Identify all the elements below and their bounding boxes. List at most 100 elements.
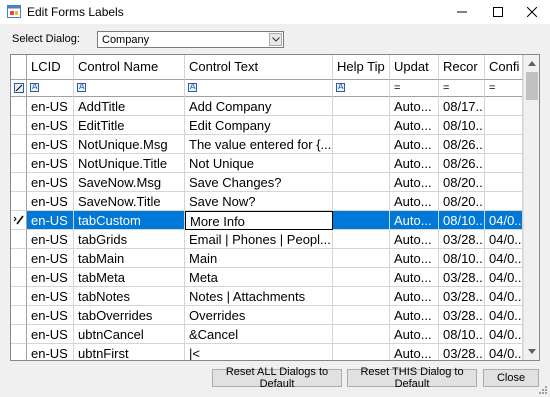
table-cell[interactable] [333, 154, 390, 173]
table-cell[interactable]: The value entered for {... [185, 135, 333, 154]
table-row[interactable]: en-US EditTitle Edit Company Auto... 08/10..… [11, 116, 523, 135]
reset-all-dialogs-button[interactable]: Reset ALL Dialogs to Default [212, 366, 342, 390]
table-row[interactable]: en-US tabNotes Notes | Attachments Auto... 0… [11, 287, 523, 306]
close-window-button[interactable] [514, 0, 550, 24]
reset-this-dialog-button[interactable]: Reset THIS Dialog to Default [347, 366, 477, 390]
table-cell[interactable]: 08/10... [439, 325, 485, 344]
scroll-up-button[interactable] [524, 55, 539, 72]
table-row[interactable]: en-US tabGrids Email | Phones | Peopl... Au… [11, 230, 523, 249]
table-cell[interactable]: 03/28... [439, 344, 485, 360]
table-cell[interactable]: en-US [27, 116, 74, 135]
table-row[interactable]: en-US SaveNow.Msg Save Changes? Auto... 08/2… [11, 173, 523, 192]
dialog-select-combobox[interactable]: Company [97, 31, 284, 48]
table-cell[interactable] [333, 344, 390, 360]
table-cell[interactable] [333, 325, 390, 344]
table-row[interactable]: en-US tabCustom More Info Auto... 08/10... 04… [11, 211, 523, 230]
table-cell[interactable] [485, 116, 523, 135]
table-cell[interactable]: NotUnique.Msg [74, 135, 185, 154]
table-cell[interactable] [485, 135, 523, 154]
table-cell[interactable]: tabCustom [74, 211, 185, 230]
table-cell[interactable]: en-US [27, 306, 74, 325]
table-cell[interactable]: tabMeta [74, 268, 185, 287]
table-cell[interactable]: Notes | Attachments [185, 287, 333, 306]
table-cell[interactable]: AddTitle [74, 97, 185, 116]
text-filter-icon[interactable] [77, 82, 86, 92]
col-header-help-tip[interactable]: Help Tip [333, 55, 390, 80]
table-cell[interactable] [333, 192, 390, 211]
table-cell[interactable]: EditTitle [74, 116, 185, 135]
table-cell[interactable]: Auto... [390, 230, 439, 249]
table-cell[interactable]: tabOverrides [74, 306, 185, 325]
table-cell[interactable]: |< [185, 344, 333, 360]
close-button[interactable]: Close [483, 369, 539, 387]
filter-cell[interactable]: = [390, 80, 439, 97]
table-cell[interactable]: Auto... [390, 211, 439, 230]
text-filter-icon[interactable] [30, 82, 39, 92]
table-row[interactable]: en-US tabOverrides Overrides Auto... 03/28..… [11, 306, 523, 325]
table-cell[interactable]: tabMain [74, 249, 185, 268]
table-cell[interactable]: 04/0... [485, 306, 523, 325]
text-filter-icon[interactable] [188, 82, 197, 92]
table-cell[interactable]: 04/0... [485, 287, 523, 306]
table-cell[interactable] [333, 230, 390, 249]
table-cell[interactable]: Auto... [390, 325, 439, 344]
table-cell[interactable]: 08/26... [439, 154, 485, 173]
table-cell[interactable] [485, 173, 523, 192]
table-cell[interactable]: Save Changes? [185, 173, 333, 192]
table-cell[interactable] [485, 154, 523, 173]
table-cell[interactable]: en-US [27, 192, 74, 211]
table-row[interactable]: en-US SaveNow.Title Save Now? Auto... 08/20.… [11, 192, 523, 211]
filter-cell[interactable] [185, 80, 333, 97]
table-cell[interactable]: NotUnique.Title [74, 154, 185, 173]
table-cell[interactable]: Auto... [390, 287, 439, 306]
scroll-thumb[interactable] [526, 72, 538, 100]
filter-cell[interactable] [74, 80, 185, 97]
filter-operator[interactable]: = [394, 82, 400, 94]
table-cell[interactable]: Auto... [390, 306, 439, 325]
resize-grip-icon[interactable] [538, 385, 548, 395]
table-cell[interactable]: 08/20... [439, 173, 485, 192]
table-cell[interactable]: en-US [27, 344, 74, 360]
table-cell[interactable] [485, 97, 523, 116]
table-cell[interactable]: 08/10... [439, 249, 485, 268]
table-row[interactable]: en-US NotUnique.Msg The value entered for … [11, 135, 523, 154]
table-cell[interactable] [333, 211, 390, 230]
filter-cell[interactable] [333, 80, 390, 97]
table-cell[interactable]: Auto... [390, 268, 439, 287]
vertical-scrollbar[interactable] [523, 55, 539, 360]
table-cell[interactable]: en-US [27, 173, 74, 192]
table-cell[interactable]: 04/0... [485, 268, 523, 287]
filter-cell[interactable]: = [485, 80, 523, 97]
table-row[interactable]: en-US ubtnCancel &Cancel Auto... 08/10... 04/… [11, 325, 523, 344]
table-cell[interactable]: Meta [185, 268, 333, 287]
table-cell[interactable]: en-US [27, 211, 74, 230]
table-cell[interactable]: 04/0... [485, 344, 523, 360]
table-row[interactable]: en-US tabMeta Meta Auto... 03/28... 04/0... [11, 268, 523, 287]
table-row[interactable]: en-US tabMain Main Auto... 08/10... 04/0... [11, 249, 523, 268]
table-cell[interactable]: en-US [27, 135, 74, 154]
table-cell[interactable]: Save Now? [185, 192, 333, 211]
col-header-updated[interactable]: Updat [390, 55, 439, 80]
table-cell[interactable]: en-US [27, 325, 74, 344]
table-cell[interactable]: 04/0... [485, 230, 523, 249]
table-cell[interactable]: 08/10... [439, 211, 485, 230]
table-row[interactable]: en-US AddTitle Add Company Auto... 08/17... [11, 97, 523, 116]
table-cell[interactable]: Auto... [390, 154, 439, 173]
table-cell[interactable]: en-US [27, 154, 74, 173]
dropdown-button[interactable] [269, 33, 282, 46]
table-cell[interactable] [485, 192, 523, 211]
filter-operator[interactable]: = [443, 82, 449, 94]
filter-cell[interactable] [27, 80, 74, 97]
table-cell[interactable]: 04/0... [485, 211, 523, 230]
table-cell[interactable]: ubtnCancel [74, 325, 185, 344]
table-cell[interactable]: 08/17... [439, 97, 485, 116]
col-header-lcid[interactable]: LCID [27, 55, 74, 80]
table-cell[interactable]: Not Unique [185, 154, 333, 173]
table-cell[interactable]: 03/28... [439, 230, 485, 249]
table-cell[interactable]: Auto... [390, 116, 439, 135]
table-cell[interactable] [333, 306, 390, 325]
table-cell[interactable]: Auto... [390, 249, 439, 268]
table-cell[interactable] [333, 249, 390, 268]
table-cell[interactable]: en-US [27, 287, 74, 306]
table-cell[interactable]: 04/0... [485, 325, 523, 344]
